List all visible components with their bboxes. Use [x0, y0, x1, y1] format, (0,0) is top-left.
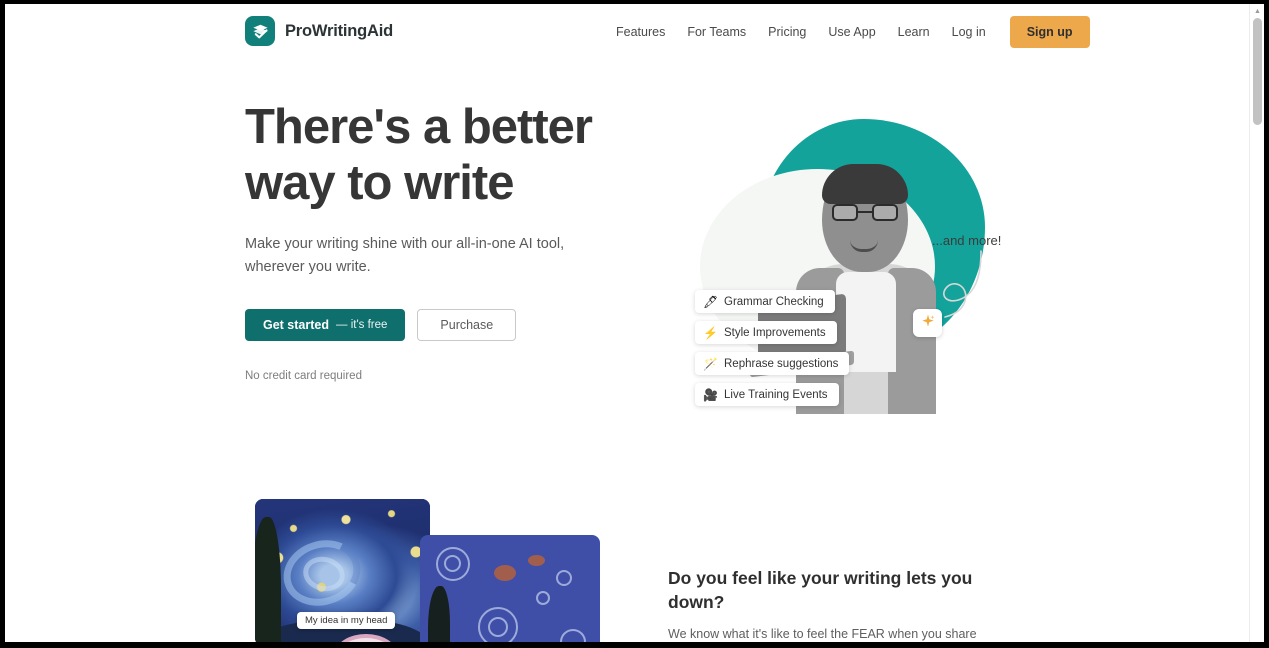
purchase-button[interactable]: Purchase	[417, 309, 517, 341]
nav-item-log-in[interactable]: Log in	[941, 16, 997, 48]
scroll-up-arrow-icon[interactable]: ▲	[1254, 8, 1261, 15]
nav-item-use-app[interactable]: Use App	[817, 16, 886, 48]
feature-badge-label: Rephrase suggestions	[724, 357, 839, 370]
person-glasses	[832, 204, 898, 221]
get-started-button[interactable]: Get started — it's free	[245, 309, 406, 341]
feature-badge-rephrase-suggestions: 🪄 Rephrase suggestions	[695, 352, 850, 375]
sketch-swirl	[556, 570, 572, 586]
lower-section-body: We know what it's like to feel the FEAR …	[668, 627, 977, 641]
brand-name: ProWritingAid	[285, 21, 394, 40]
and-more-label: ...and more!	[932, 233, 1002, 248]
feature-badge-label: Live Training Events	[724, 388, 828, 401]
sketch-blob	[494, 565, 516, 581]
writing-lets-you-down-section: My idea in my head Do you feel like your…	[5, 479, 1249, 642]
quill-pen-icon: 🖋	[703, 294, 719, 309]
person-hair	[822, 164, 908, 204]
hero-section: There's a better way to write Make your …	[5, 59, 1249, 479]
feature-badge-grammar-checking: 🖋 Grammar Checking	[695, 290, 835, 313]
lightning-bolt-icon: ⚡	[703, 325, 718, 340]
nav-item-pricing[interactable]: Pricing	[757, 16, 817, 48]
feature-badge-style-improvements: ⚡ Style Improvements	[695, 321, 837, 344]
nav-item-for-teams[interactable]: For Teams	[676, 16, 757, 48]
browser-viewport: ProWritingAid Features For Teams Pricing…	[5, 4, 1264, 642]
lower-copy: Do you feel like your writing lets you d…	[668, 566, 1013, 642]
no-credit-card-note: No credit card required	[245, 370, 362, 382]
hero-copy: There's a better way to write Make your …	[245, 99, 605, 382]
page-scrollbar[interactable]: ▲	[1249, 4, 1264, 642]
magic-wand-icon: 🪄	[703, 356, 718, 371]
feature-badge-list: 🖋 Grammar Checking ⚡ Style Improvements …	[695, 290, 955, 414]
scrollbar-thumb[interactable]	[1253, 18, 1262, 125]
sign-up-button[interactable]: Sign up	[1009, 16, 1090, 48]
get-started-label: Get started	[263, 318, 329, 332]
sketch-version-image	[420, 535, 600, 642]
site-header: ProWritingAid Features For Teams Pricing…	[5, 4, 1249, 59]
feature-badge-live-training-events: 🎥 Live Training Events	[695, 383, 839, 406]
feature-badge-label: Style Improvements	[724, 326, 826, 339]
image-comparison-graphic: My idea in my head	[255, 499, 600, 642]
glasses-bridge	[858, 211, 872, 213]
nav-item-features[interactable]: Features	[605, 16, 676, 48]
get-started-note: — it's free	[336, 319, 388, 331]
sketch-swirl	[444, 555, 461, 572]
prowritingaid-logo-icon	[245, 16, 275, 46]
feature-badge-label: Grammar Checking	[724, 295, 824, 308]
glasses-lens-left	[832, 204, 858, 221]
sketch-swirl	[536, 591, 550, 605]
sketch-swirl	[488, 617, 508, 637]
hero-subtitle: Make your writing shine with our all-in-…	[245, 236, 565, 275]
sketch-blob	[528, 555, 545, 566]
glasses-lens-right	[872, 204, 898, 221]
main-navigation: Features For Teams Pricing Use App Learn…	[605, 16, 1090, 48]
lower-section-title: Do you feel like your writing lets you d…	[668, 568, 973, 612]
sketch-cypress-tree	[428, 586, 450, 642]
hero-cta-group: Get started — it's free Purchase	[245, 309, 605, 341]
nav-item-learn[interactable]: Learn	[887, 16, 941, 48]
video-camera-icon: 🎥	[703, 387, 718, 402]
starry-cypress-tree	[255, 517, 281, 642]
brand-logo-link[interactable]: ProWritingAid	[245, 16, 393, 46]
hero-title: There's a better way to write	[245, 100, 593, 210]
my-idea-in-my-head-label: My idea in my head	[297, 612, 396, 629]
sketch-swirl	[560, 629, 586, 642]
